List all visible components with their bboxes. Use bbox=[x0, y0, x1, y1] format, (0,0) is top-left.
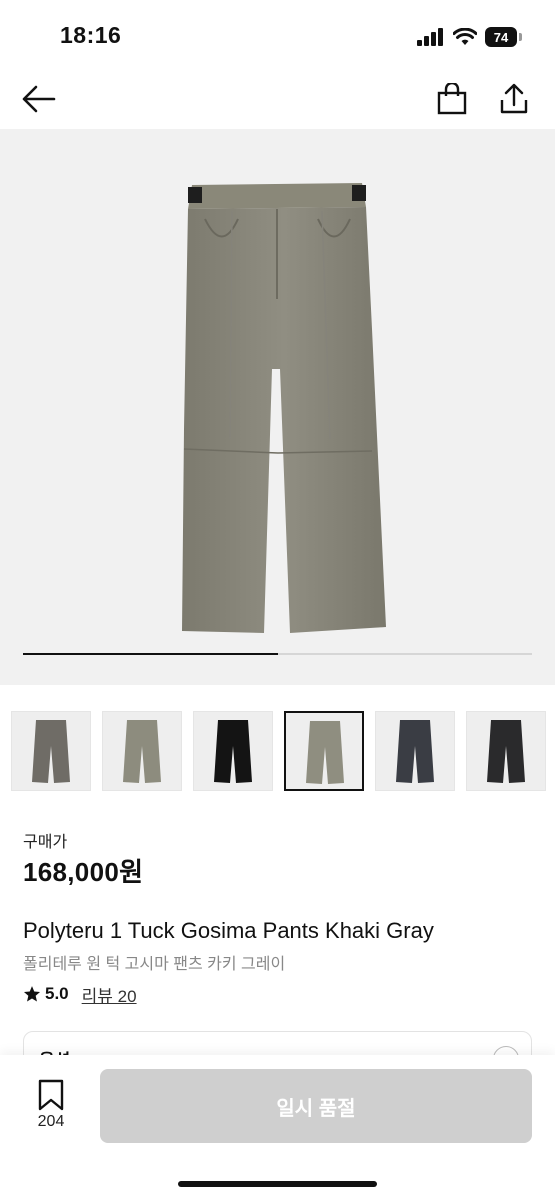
thumbnail-4[interactable] bbox=[284, 711, 364, 791]
nav-bar bbox=[0, 70, 555, 128]
thumbnail-pants-icon bbox=[396, 720, 434, 783]
share-button[interactable] bbox=[495, 80, 533, 118]
shopping-bag-icon bbox=[437, 83, 467, 115]
thumbnail-2[interactable] bbox=[102, 711, 182, 791]
status-bar: 18:16 74 bbox=[0, 0, 555, 70]
gallery-progress bbox=[23, 653, 532, 655]
wifi-icon bbox=[453, 28, 477, 45]
product-image[interactable] bbox=[0, 129, 555, 685]
rating-row: 5.0 리뷰 20 bbox=[23, 982, 137, 1006]
pants-illustration bbox=[182, 183, 386, 633]
status-icons: 74 bbox=[417, 24, 522, 50]
thumbnail-pants-icon bbox=[306, 721, 344, 784]
rating-score: 5.0 bbox=[45, 984, 69, 1003]
shopping-bag-button[interactable] bbox=[433, 80, 471, 118]
arrow-left-icon bbox=[22, 85, 56, 113]
thumbnail-pants-icon bbox=[487, 720, 525, 783]
thumbnail-3[interactable] bbox=[193, 711, 273, 791]
thumbnail-pants-icon bbox=[123, 720, 161, 783]
thumbnail-pants-icon bbox=[214, 720, 252, 783]
thumbnail-5[interactable] bbox=[375, 711, 455, 791]
home-indicator bbox=[178, 1181, 377, 1187]
share-icon bbox=[500, 83, 528, 114]
thumbnail-pants-icon bbox=[32, 720, 70, 783]
wishlist-button[interactable]: 204 bbox=[28, 1079, 74, 1135]
bottom-action-bar: 204 일시 품절 bbox=[0, 1055, 555, 1200]
back-button[interactable] bbox=[20, 80, 58, 118]
product-title-ko: 폴리테루 원 턱 고시마 팬츠 카키 그레이 bbox=[23, 956, 286, 973]
status-time: 18:16 bbox=[60, 22, 122, 48]
soldout-button[interactable]: 일시 품절 bbox=[100, 1069, 532, 1143]
star-icon bbox=[23, 986, 41, 1002]
thumbnail-1[interactable] bbox=[11, 711, 91, 791]
battery-indicator: 74 bbox=[485, 27, 522, 47]
bookmark-icon bbox=[38, 1079, 64, 1111]
price-label: 구매가 bbox=[23, 834, 68, 851]
product-price: 168,000원 bbox=[23, 857, 144, 887]
review-link[interactable]: 리뷰 20 bbox=[82, 982, 137, 1007]
thumbnail-6[interactable] bbox=[466, 711, 546, 791]
thumbnail-strip bbox=[11, 711, 555, 793]
product-title-en: Polyteru 1 Tuck Gosima Pants Khaki Gray bbox=[23, 918, 434, 943]
wishlist-count: 204 bbox=[37, 1113, 65, 1130]
gallery-progress-fill bbox=[23, 653, 278, 655]
cellular-signal-icon bbox=[417, 28, 443, 46]
